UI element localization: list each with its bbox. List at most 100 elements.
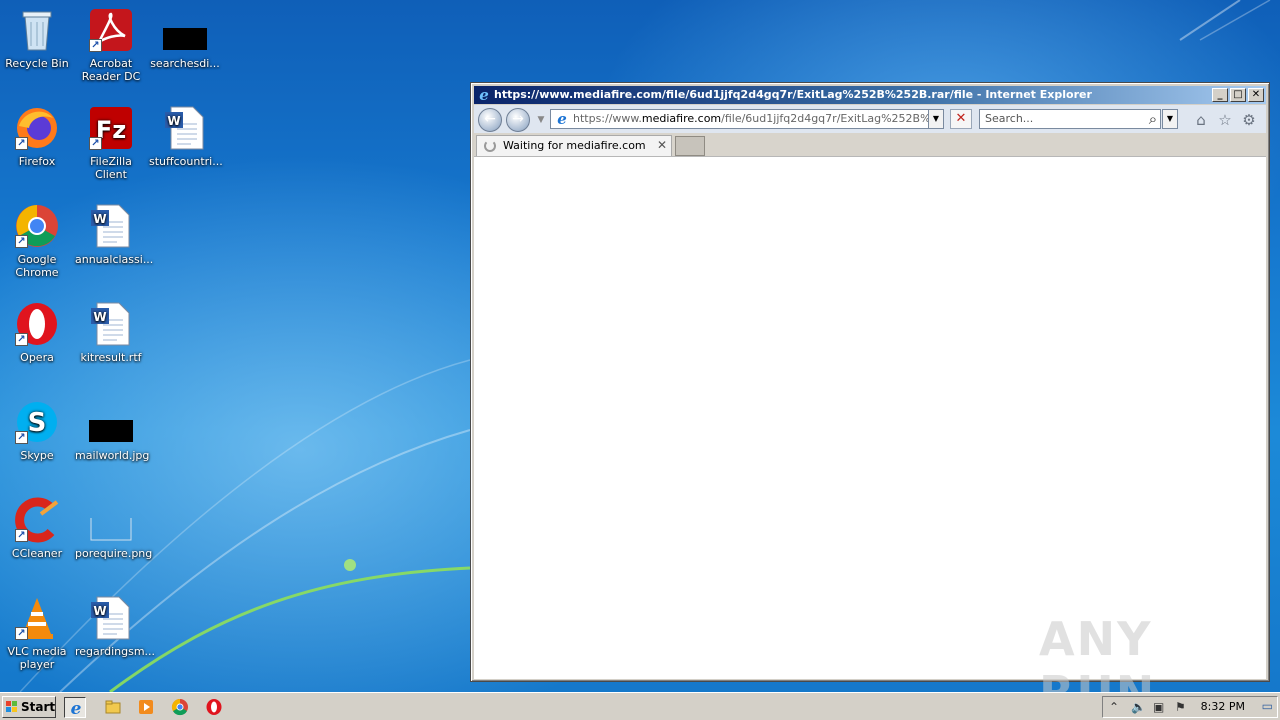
taskbar-media-player[interactable]: [135, 697, 157, 718]
loading-spinner-icon: [484, 140, 496, 152]
taskbar: Start e ⌃ 🔈 ▣ ⚑ 8:32 PM ▭: [0, 692, 1280, 720]
show-desktop-icon[interactable]: ▭: [1262, 699, 1273, 713]
desktop-icon-label: FileZilla Client: [90, 155, 132, 181]
chrome-icon: ↗: [13, 202, 61, 250]
taskbar-ie[interactable]: e: [64, 697, 86, 718]
svg-text:W: W: [93, 604, 106, 618]
shortcut-arrow-icon: ↗: [15, 333, 28, 346]
desktop-icon-recycle-bin[interactable]: Recycle Bin: [0, 6, 74, 70]
desktop-icon-label: Google Chrome: [15, 253, 59, 279]
desktop-icon-label: porequire.png: [75, 547, 153, 560]
desktop: Recycle Bin ↗ Firefox ↗ Google Chrome ↗ …: [0, 0, 470, 692]
tab-label: Waiting for mediafire.com: [503, 139, 646, 152]
word-document-icon: W: [161, 104, 209, 152]
favorites-star-icon[interactable]: ☆: [1216, 111, 1234, 129]
desktop-icon-label: stuffcountri...: [149, 155, 223, 168]
shortcut-arrow-icon: ↗: [15, 431, 28, 444]
desktop-icon-mailworld[interactable]: mailworld.jpg: [74, 398, 150, 462]
shortcut-arrow-icon: ↗: [15, 137, 28, 150]
action-center-flag-icon[interactable]: ⚑: [1175, 700, 1186, 714]
desktop-icon-label: Skype: [20, 449, 54, 462]
ie-window: e https://www.mediafire.com/file/6ud1jjf…: [470, 82, 1270, 720]
tab-active[interactable]: Waiting for mediafire.com ✕: [476, 135, 672, 156]
desktop-icon-acrobat[interactable]: ↗ Acrobat Reader DC: [74, 6, 148, 83]
minimize-button[interactable]: _: [1212, 88, 1228, 102]
close-tab-icon[interactable]: ✕: [657, 136, 667, 155]
close-window-button[interactable]: ✕: [1248, 88, 1264, 102]
desktop-icon-google-chrome[interactable]: ↗ Google Chrome: [0, 202, 74, 279]
address-dropdown-button[interactable]: ▼: [928, 109, 944, 129]
word-document-icon: W: [87, 300, 135, 348]
folder-icon: [105, 700, 121, 714]
desktop-icon-regardingsm[interactable]: W regardingsm...: [74, 594, 156, 658]
volume-icon[interactable]: 🔈: [1131, 700, 1146, 714]
ie-page-icon: e: [557, 111, 567, 127]
desktop-icon-label: Firefox: [18, 155, 56, 168]
clock[interactable]: 8:32 PM: [1201, 700, 1245, 713]
address-bar[interactable]: e https://www.mediafire.com/file/6ud1jjf…: [550, 109, 944, 129]
desktop-icon-label: mailworld.jpg: [75, 449, 150, 462]
taskbar-explorer[interactable]: [102, 697, 124, 718]
desktop-icon-label: regardingsm...: [75, 645, 156, 658]
system-tray: ⌃ 🔈 ▣ ⚑ 8:32 PM ▭: [1102, 696, 1278, 718]
desktop-icon-searchesdi[interactable]: searchesdi...: [148, 6, 222, 70]
shortcut-arrow-icon: ↗: [15, 627, 28, 640]
back-button[interactable]: ←: [478, 108, 502, 132]
svg-text:S: S: [28, 408, 47, 438]
window-titlebar[interactable]: e https://www.mediafire.com/file/6ud1jjf…: [474, 86, 1266, 104]
navigation-bar: ← → ▼ e https://www.mediafire.com/file/6…: [474, 105, 1266, 133]
stop-button[interactable]: ✕: [950, 109, 972, 129]
desktop-icon-porequire[interactable]: porequire.png: [74, 496, 153, 560]
taskbar-opera[interactable]: [203, 697, 225, 718]
desktop-icon-ccleaner[interactable]: ↗ CCleaner: [0, 496, 74, 560]
desktop-icon-stuffcountri[interactable]: W stuffcountri...: [148, 104, 223, 168]
desktop-icon-skype[interactable]: S ↗ Skype: [0, 398, 74, 462]
taskbar-chrome[interactable]: [169, 697, 191, 718]
desktop-icon-label: kitresult.rtf: [80, 351, 142, 364]
home-icon[interactable]: ⌂: [1192, 111, 1210, 129]
maximize-button[interactable]: □: [1230, 88, 1246, 102]
tab-bar: Waiting for mediafire.com ✕: [474, 133, 1266, 156]
word-document-icon: W: [87, 202, 135, 250]
svg-text:W: W: [167, 114, 180, 128]
search-dropdown-button[interactable]: ▼: [1162, 109, 1178, 129]
redacted-image-icon: [87, 398, 135, 446]
shortcut-arrow-icon: ↗: [89, 137, 102, 150]
desktop-icon-label: CCleaner: [11, 547, 63, 560]
recycle-bin-icon: [13, 6, 61, 54]
recent-pages-dropdown-icon[interactable]: ▼: [532, 111, 550, 129]
ie-logo-icon: e: [479, 87, 489, 103]
new-tab-button[interactable]: [675, 136, 705, 156]
search-icon[interactable]: ⌕: [1144, 110, 1162, 128]
ccleaner-icon: ↗: [13, 496, 61, 544]
start-button[interactable]: Start: [2, 696, 56, 718]
desktop-icon-firefox[interactable]: ↗ Firefox: [0, 104, 74, 168]
opera-icon: [206, 699, 222, 715]
svg-text:W: W: [93, 310, 106, 324]
page-content[interactable]: ANY RUN: [474, 156, 1266, 720]
svg-text:e: e: [479, 87, 489, 103]
desktop-icon-label: Recycle Bin: [5, 57, 69, 70]
search-input[interactable]: Search...: [979, 109, 1161, 129]
desktop-icon-label: Opera: [20, 351, 54, 364]
desktop-icon-opera[interactable]: ↗ Opera: [0, 300, 74, 364]
desktop-icon-annualclassi[interactable]: W annualclassi...: [74, 202, 153, 266]
gear-icon[interactable]: ⚙: [1240, 111, 1258, 129]
chrome-icon: [171, 698, 188, 716]
desktop-icon-vlc[interactable]: ↗ VLC media player: [0, 594, 74, 671]
desktop-icon-filezilla[interactable]: Fz ↗ FileZilla Client: [74, 104, 148, 181]
filezilla-icon: Fz ↗: [87, 104, 135, 152]
blank-image-icon: [87, 496, 135, 544]
shortcut-arrow-icon: ↗: [15, 529, 28, 542]
media-player-icon: [139, 700, 153, 714]
opera-icon: ↗: [13, 300, 61, 348]
network-icon[interactable]: ▣: [1153, 700, 1164, 714]
forward-button[interactable]: →: [506, 108, 530, 132]
shortcut-arrow-icon: ↗: [15, 235, 28, 248]
svg-text:W: W: [93, 212, 106, 226]
desktop-icon-kitresult[interactable]: W kitresult.rtf: [74, 300, 148, 364]
svg-text:e: e: [71, 699, 82, 717]
firefox-icon: ↗: [13, 104, 61, 152]
svg-text:e: e: [557, 111, 567, 127]
show-hidden-icons-icon[interactable]: ⌃: [1109, 700, 1119, 714]
